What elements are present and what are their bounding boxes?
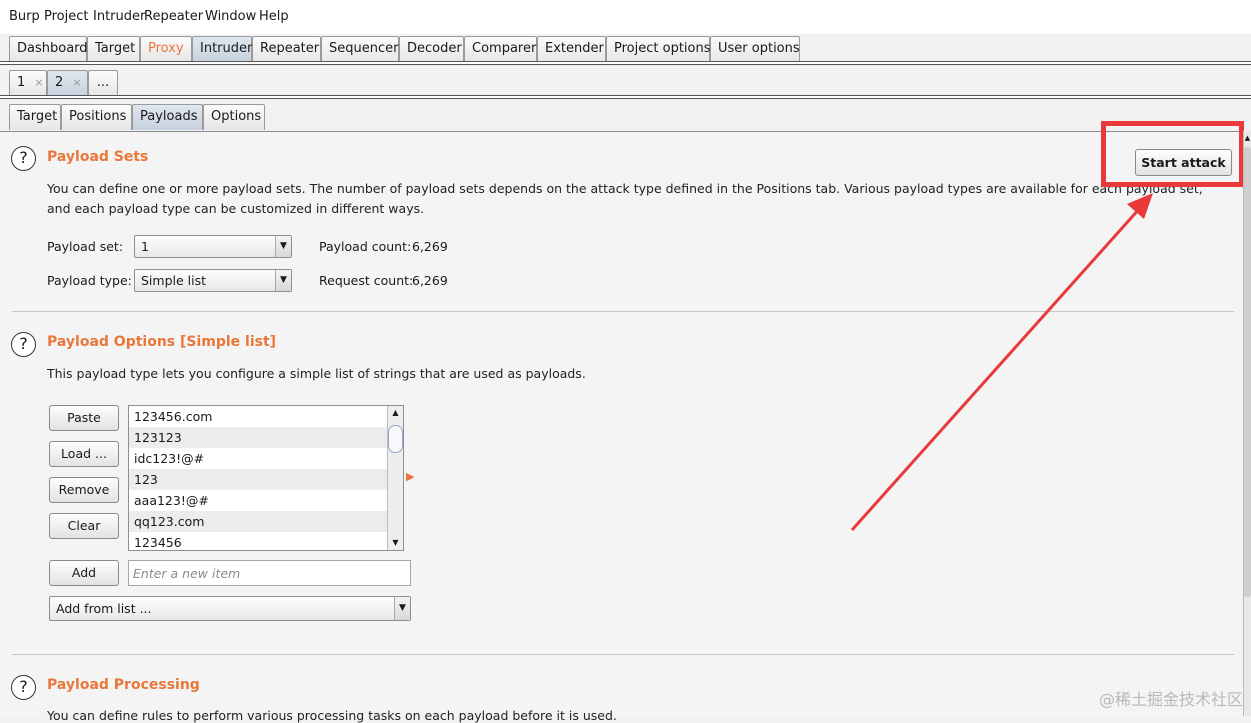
annotation-highlight-box xyxy=(1101,121,1244,187)
remove-button[interactable]: Remove xyxy=(49,477,119,503)
tab-proxy[interactable]: Proxy xyxy=(140,36,192,62)
expand-arrow-icon[interactable]: ▶ xyxy=(406,470,414,483)
tab-intruder[interactable]: Intruder xyxy=(192,36,252,62)
menu-repeater[interactable]: Repeater xyxy=(144,9,203,24)
payload-type-value: Simple list xyxy=(141,273,207,288)
payload-count-label: Payload count: xyxy=(319,239,412,254)
watermark: @稀土掘金技术社区 xyxy=(1098,690,1243,709)
list-item[interactable]: aaa123!@# xyxy=(129,490,388,511)
attack-tab-1-label: 1 xyxy=(17,75,26,90)
subtab-target[interactable]: Target xyxy=(9,104,61,130)
tab-extender[interactable]: Extender xyxy=(537,36,606,62)
payload-list[interactable]: 123456.com 123123 idc123!@# 123 aaa123!@… xyxy=(128,405,404,551)
list-item[interactable]: 123456 xyxy=(129,532,388,550)
payload-sets-desc-1: You can define one or more payload sets.… xyxy=(47,181,1203,196)
new-attack-tab[interactable]: ... xyxy=(88,70,118,96)
tab-repeater[interactable]: Repeater xyxy=(252,36,321,62)
help-icon[interactable]: ? xyxy=(11,332,36,357)
menu-bar: Burp Project Intruder Repeater Window He… xyxy=(0,0,1251,34)
new-item-input[interactable] xyxy=(128,560,411,586)
close-icon[interactable]: × xyxy=(72,76,81,89)
clear-button[interactable]: Clear xyxy=(49,513,119,539)
payload-sets-desc-2: and each payload type can be customized … xyxy=(47,201,425,216)
chevron-up-icon[interactable]: ▲ xyxy=(1244,131,1251,145)
scroll-thumb[interactable] xyxy=(388,425,403,453)
add-from-list-select[interactable]: Add from list ... ▼ xyxy=(49,596,411,621)
chevron-down-icon: ▼ xyxy=(275,270,291,291)
chevron-up-icon[interactable]: ▲ xyxy=(388,406,403,420)
payload-set-select[interactable]: 1 ▼ xyxy=(134,235,292,258)
payload-set-value: 1 xyxy=(141,239,149,254)
list-item[interactable]: 123 xyxy=(129,469,388,490)
payload-options-desc: This payload type lets you configure a s… xyxy=(47,366,586,381)
tab-comparer[interactable]: Comparer xyxy=(464,36,537,62)
list-item[interactable]: 123456.com xyxy=(129,406,388,427)
add-button[interactable]: Add xyxy=(49,560,119,586)
subtab-positions[interactable]: Positions xyxy=(61,104,132,130)
menu-intruder[interactable]: Intruder xyxy=(93,9,145,24)
menu-project[interactable]: Project xyxy=(44,9,88,24)
tab-user-options[interactable]: User options xyxy=(710,36,800,62)
section-divider xyxy=(12,311,1234,312)
load-button[interactable]: Load ... xyxy=(49,441,119,467)
page-scrollbar[interactable]: ▲ xyxy=(1243,131,1251,716)
menu-help[interactable]: Help xyxy=(259,9,289,24)
payload-set-label: Payload set: xyxy=(47,239,124,254)
request-count-value: 6,269 xyxy=(412,273,448,288)
subtab-payloads[interactable]: Payloads xyxy=(132,104,203,130)
tab-dashboard[interactable]: Dashboard xyxy=(9,36,88,62)
chevron-down-icon: ▼ xyxy=(394,597,410,620)
payload-type-label: Payload type: xyxy=(47,273,132,288)
request-count-label: Request count: xyxy=(319,273,414,288)
subtab-options[interactable]: Options xyxy=(203,104,265,130)
list-item[interactable]: idc123!@# xyxy=(129,448,388,469)
menu-burp[interactable]: Burp xyxy=(9,9,40,24)
chevron-down-icon[interactable]: ▼ xyxy=(388,536,403,550)
payload-type-select[interactable]: Simple list ▼ xyxy=(134,269,292,292)
help-icon[interactable]: ? xyxy=(11,675,36,700)
payload-count-value: 6,269 xyxy=(412,239,448,254)
add-from-list-label: Add from list ... xyxy=(56,601,152,616)
chevron-down-icon: ▼ xyxy=(275,236,291,257)
section-divider xyxy=(12,654,1234,655)
tab-bar-divider xyxy=(0,61,1251,65)
payload-sets-title: Payload Sets xyxy=(47,149,149,165)
payload-options-title: Payload Options [Simple list] xyxy=(47,334,277,350)
payload-processing-title: Payload Processing xyxy=(47,677,200,693)
attack-tab-1[interactable]: 1 × xyxy=(9,70,47,96)
list-item[interactable]: qq123.com xyxy=(129,511,388,532)
attack-tab-2[interactable]: 2 × xyxy=(47,70,88,96)
tab-sequencer[interactable]: Sequencer xyxy=(321,36,399,62)
tab-project-options[interactable]: Project options xyxy=(606,36,711,62)
list-item[interactable]: 123123 xyxy=(129,427,388,448)
close-icon[interactable]: × xyxy=(34,76,43,89)
scroll-thumb[interactable] xyxy=(1244,147,1251,597)
paste-button[interactable]: Paste xyxy=(49,405,119,431)
menu-window[interactable]: Window xyxy=(205,9,256,24)
help-icon[interactable]: ? xyxy=(11,146,36,171)
attack-tab-2-label: 2 xyxy=(55,75,64,90)
attack-tab-divider xyxy=(0,95,1251,99)
tab-target[interactable]: Target xyxy=(87,36,140,62)
tab-decoder[interactable]: Decoder xyxy=(399,36,464,62)
list-scrollbar[interactable]: ▲ ▼ xyxy=(387,406,403,550)
